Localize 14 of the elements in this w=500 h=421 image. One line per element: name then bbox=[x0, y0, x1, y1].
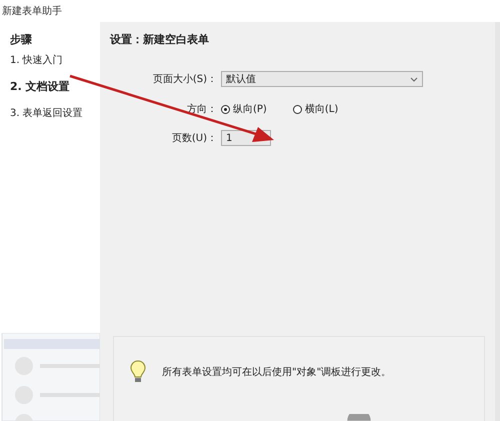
window-title: 新建表单助手 bbox=[2, 4, 62, 18]
chevron-icon bbox=[410, 76, 418, 82]
step-item[interactable]: 2. 文档设置 bbox=[0, 73, 100, 100]
tip-text: 所有表单设置均可在以后使用"对象"调板进行更改。 bbox=[162, 366, 392, 379]
radio-option[interactable]: 横向(L) bbox=[292, 102, 338, 116]
page-count-label: 页数(U)： bbox=[170, 132, 218, 145]
step-item[interactable]: 1. 快速入门 bbox=[0, 47, 100, 73]
page-size-label: 页面大小(S)： bbox=[152, 72, 218, 86]
radio-option[interactable]: 纵向(P) bbox=[221, 102, 267, 116]
lightbulb-icon bbox=[130, 360, 146, 384]
step-item[interactable]: 3. 表单返回设置 bbox=[0, 100, 100, 126]
page-size-dropdown[interactable]: 默认值 bbox=[221, 71, 423, 87]
panel-heading: 设置：新建空白表单 bbox=[110, 32, 210, 47]
steps-heading: 步骤 bbox=[9, 32, 33, 47]
